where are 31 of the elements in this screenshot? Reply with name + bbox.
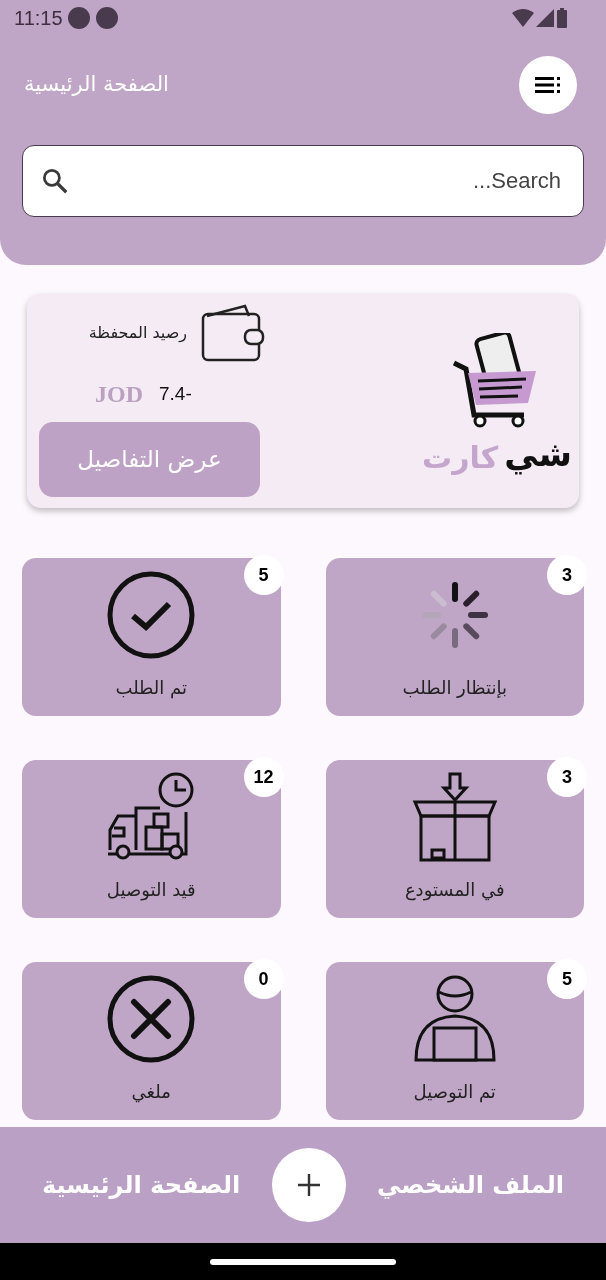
- wallet-icon: [201, 304, 265, 362]
- count-badge: 12: [243, 757, 284, 797]
- status-label: تم الطلب: [115, 676, 188, 701]
- count-badge: 0: [243, 959, 284, 999]
- logo-text: شي: [504, 432, 572, 477]
- check-circle-icon: [106, 570, 197, 660]
- status-label: تم التوصيل: [413, 1080, 496, 1105]
- currency-label: JOD: [95, 380, 143, 409]
- search-icon: [40, 166, 70, 196]
- logo-text: كارت: [422, 438, 499, 477]
- status-label: ملغي: [131, 1080, 171, 1105]
- count-badge: 3: [547, 757, 587, 797]
- cancel-circle-icon: [106, 974, 197, 1064]
- count-badge: 5: [547, 959, 587, 999]
- status-label: في المستودع: [404, 878, 505, 903]
- page-title: الصفحة الرئيسية: [24, 71, 169, 99]
- battery-icon: [556, 8, 568, 28]
- plus-icon: [297, 1174, 320, 1196]
- signal-icon: [536, 9, 554, 27]
- notification-dot-icon: [94, 6, 119, 30]
- wifi-icon: [512, 9, 534, 27]
- menu-icon: [535, 76, 561, 94]
- count-badge: 5: [243, 555, 284, 595]
- notification-dot-icon: [66, 6, 91, 30]
- status-label: قيد التوصيل: [106, 878, 196, 903]
- search-field[interactable]: Search...: [22, 145, 584, 217]
- status-time: 11:15: [14, 6, 63, 31]
- wallet-balance-label: رصيد المحفظة: [88, 322, 187, 345]
- wallet-amount: 7.4-: [159, 381, 192, 406]
- status-label: بإنتظار الطلب: [402, 676, 507, 700]
- count-badge: 3: [547, 555, 587, 595]
